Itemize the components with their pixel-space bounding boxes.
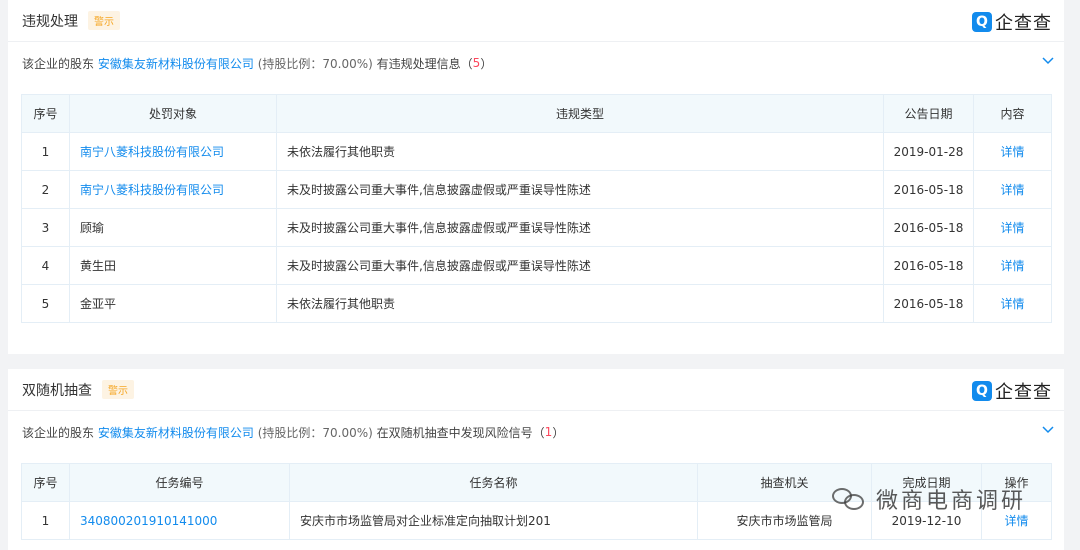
holding-ratio: (持股比例：70.00%) [257,56,373,71]
row-no: 5 [21,284,70,323]
announce-date: 2016-05-18 [883,246,974,285]
table-row: 2 南宁八菱科技股份有限公司 未及时披露公司重大事件,信息披露虚假或严重误导性陈… [21,170,1052,209]
col-header-date: 公告日期 [883,94,974,133]
detail-link[interactable]: 详情 [973,246,1052,285]
table-row: 3 顾瑜 未及时披露公司重大事件,信息披露虚假或严重误导性陈述 2016-05-… [21,208,1052,247]
col-header-content: 内容 [973,94,1052,133]
table-row: 1 南宁八菱科技股份有限公司 未依法履行其他职责 2019-01-28 详情 [21,132,1052,171]
violation-section: 违规处理 警示 Q 企查查 该企业的股东 安徽集友新材料股份有限公司 (持股比例… [8,0,1064,354]
row-no: 2 [21,170,70,209]
detail-link[interactable]: 详情 [973,170,1052,209]
row-no: 1 [21,501,70,540]
col-header-target: 处罚对象 [69,94,277,133]
table-row: 1 340800201910141000 安庆市市场监管局对企业标准定向抽取计划… [21,501,1052,540]
desc-suffix: 在双随机抽查中发现风险信号 [376,425,533,440]
section-title: 违规处理 [22,13,78,30]
target-name: 顾瑜 [69,208,277,247]
count-close: ） [480,56,493,71]
warning-badge: 警示 [102,380,134,399]
logo-text: 企查查 [995,13,1052,34]
violation-description: 该企业的股东 安徽集友新材料股份有限公司 (持股比例：70.00%) 有违规处理… [8,42,1064,84]
chevron-down-icon[interactable] [1042,54,1054,68]
target-link[interactable]: 南宁八菱科技股份有限公司 [69,170,277,209]
table-header-row: 序号 处罚对象 违规类型 公告日期 内容 [21,94,1052,133]
count-open: （ [460,56,473,71]
detail-link[interactable]: 详情 [973,284,1052,323]
col-header-finish-date: 完成日期 [871,463,982,502]
qichacha-icon: Q [972,12,992,32]
inspection-table: 序号 任务编号 任务名称 抽查机关 完成日期 操作 1 340800201910… [21,463,1052,540]
col-header-no: 序号 [21,463,70,502]
violation-type: 未依法履行其他职责 [276,132,884,171]
record-count: 1 [544,425,553,439]
violation-type: 未及时披露公司重大事件,信息披露虚假或严重误导性陈述 [276,170,884,209]
detail-link[interactable]: 详情 [973,132,1052,171]
target-name: 金亚平 [69,284,277,323]
table-header-row: 序号 任务编号 任务名称 抽查机关 完成日期 操作 [21,463,1052,502]
logo-text: 企查查 [995,382,1052,403]
row-no: 3 [21,208,70,247]
col-header-authority: 抽查机关 [697,463,872,502]
violation-type: 未及时披露公司重大事件,信息披露虚假或严重误导性陈述 [276,246,884,285]
announce-date: 2016-05-18 [883,284,974,323]
announce-date: 2019-01-28 [883,132,974,171]
task-name: 安庆市市场监管局对企业标准定向抽取计划201 [289,501,698,540]
announce-date: 2016-05-18 [883,208,974,247]
violation-type: 未及时披露公司重大事件,信息披露虚假或严重误导性陈述 [276,208,884,247]
violation-header: 违规处理 警示 Q 企查查 [8,0,1064,42]
task-no-link[interactable]: 340800201910141000 [69,501,290,540]
holding-ratio: (持股比例：70.00%) [257,425,373,440]
qichacha-logo: Q 企查查 [972,378,1052,404]
inspection-header: 双随机抽查 警示 Q 企查查 [8,369,1064,411]
announce-date: 2016-05-18 [883,170,974,209]
row-no: 4 [21,246,70,285]
col-header-no: 序号 [21,94,70,133]
count-close: ） [552,425,565,440]
desc-prefix: 该企业的股东 [22,56,95,71]
inspection-authority: 安庆市市场监管局 [697,501,872,540]
target-name: 黄生田 [69,246,277,285]
inspection-description: 该企业的股东 安徽集友新材料股份有限公司 (持股比例：70.00%) 在双随机抽… [8,411,1064,453]
target-link[interactable]: 南宁八菱科技股份有限公司 [69,132,277,171]
count-open: （ [532,425,545,440]
random-inspection-section: 双随机抽查 警示 Q 企查查 该企业的股东 安徽集友新材料股份有限公司 (持股比… [8,369,1064,550]
detail-link[interactable]: 详情 [981,501,1052,540]
violation-table: 序号 处罚对象 违规类型 公告日期 内容 1 南宁八菱科技股份有限公司 未依法履… [21,94,1052,323]
shareholder-link[interactable]: 安徽集友新材料股份有限公司 [98,55,254,72]
violation-type: 未依法履行其他职责 [276,284,884,323]
qichacha-logo: Q 企查查 [972,9,1052,35]
finish-date: 2019-12-10 [871,501,982,540]
warning-badge: 警示 [88,11,120,30]
detail-link[interactable]: 详情 [973,208,1052,247]
table-row: 5 金亚平 未依法履行其他职责 2016-05-18 详情 [21,284,1052,323]
shareholder-link[interactable]: 安徽集友新材料股份有限公司 [98,424,254,441]
desc-suffix: 有违规处理信息 [376,56,461,71]
col-header-action: 操作 [981,463,1052,502]
qichacha-icon: Q [972,381,992,401]
col-header-task-no: 任务编号 [69,463,290,502]
row-no: 1 [21,132,70,171]
chevron-down-icon[interactable] [1042,423,1054,437]
section-title: 双随机抽查 [22,382,92,399]
desc-prefix: 该企业的股东 [22,425,95,440]
table-row: 4 黄生田 未及时披露公司重大事件,信息披露虚假或严重误导性陈述 2016-05… [21,246,1052,285]
record-count: 5 [472,56,481,70]
col-header-task-name: 任务名称 [289,463,698,502]
col-header-type: 违规类型 [276,94,884,133]
